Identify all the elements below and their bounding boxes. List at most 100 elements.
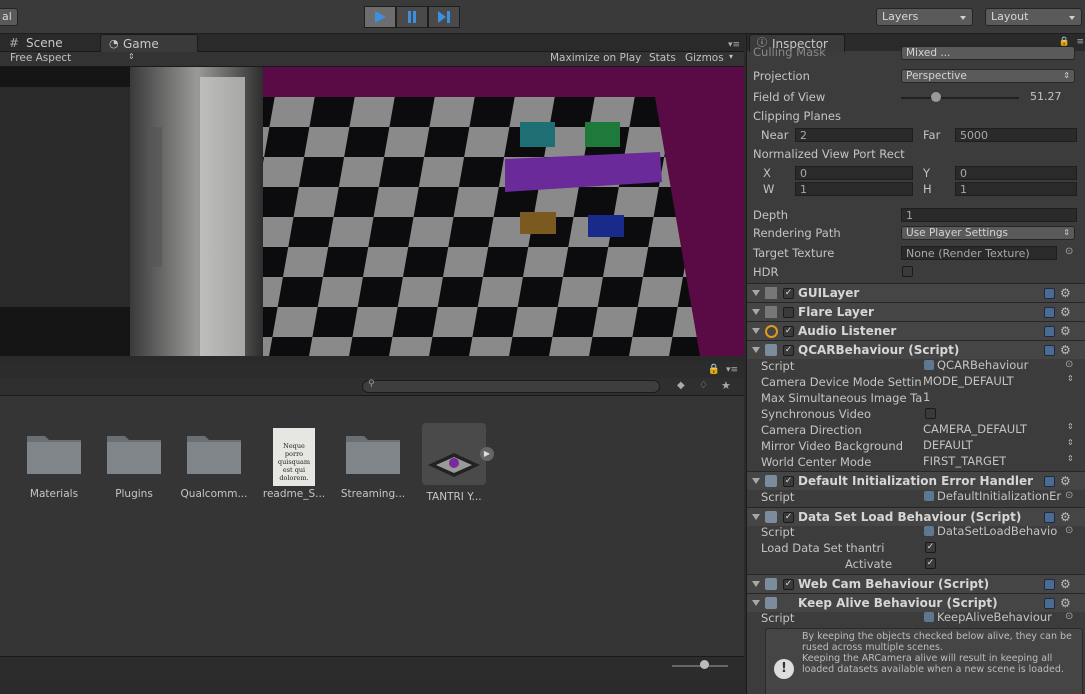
max-images-field[interactable]: 1 (923, 390, 930, 404)
asset-item[interactable]: Neque porro quisquam est qui dolorem. re… (254, 428, 334, 500)
h-field[interactable]: 1 (955, 182, 1077, 196)
tab-game[interactable]: ◔ Game (100, 34, 198, 52)
gear-icon[interactable]: ⚙ (1060, 511, 1071, 523)
object-picker-icon[interactable]: ⊙ (1065, 525, 1073, 536)
gizmos-toggle[interactable]: Gizmos (685, 52, 724, 64)
y-field[interactable]: 0 (955, 166, 1077, 180)
object-picker-icon[interactable]: ⊙ (1065, 490, 1073, 501)
keep-alive-script-field[interactable]: KeepAliveBehaviour (924, 610, 1062, 624)
gear-icon[interactable]: ⚙ (1060, 597, 1071, 609)
x-label: X (763, 166, 771, 180)
x-field[interactable]: 0 (795, 166, 913, 180)
audio-listener-enabled-checkbox[interactable]: ✓ (783, 326, 794, 337)
project-menu-icon[interactable]: ▾≡ (726, 365, 738, 375)
qcar-script-field[interactable]: QCARBehaviour (924, 358, 1064, 372)
panel-menu-icon[interactable]: ▾≡ (728, 40, 740, 50)
fov-slider[interactable] (901, 97, 1019, 99)
asset-item[interactable]: Materials (14, 428, 94, 500)
layers-dropdown[interactable]: Layers (876, 8, 973, 26)
search-input[interactable]: ⚲ (362, 379, 660, 393)
asset-item[interactable]: Plugins (94, 428, 174, 500)
reference-icon[interactable] (1044, 512, 1055, 523)
zoom-slider-thumb[interactable] (700, 660, 709, 669)
culling-mask-label: Culling Mask (753, 45, 826, 59)
near-field[interactable]: 2 (795, 128, 913, 142)
gear-icon[interactable]: ⚙ (1060, 344, 1071, 356)
gear-icon[interactable]: ⚙ (1060, 475, 1071, 487)
fov-slider-thumb[interactable] (931, 92, 941, 102)
reference-icon[interactable] (1044, 307, 1055, 318)
load-data-set-checkbox[interactable]: ✓ (925, 542, 936, 553)
asset-item[interactable]: Qualcomm... (174, 428, 254, 500)
object-picker-icon[interactable]: ⊙ (1065, 246, 1073, 257)
inspector-menu-icon[interactable]: ≡ (1076, 37, 1084, 47)
gear-icon[interactable]: ⚙ (1060, 306, 1071, 318)
component-gui-layer[interactable]: ✓ GUILayer ⚙ (747, 283, 1085, 302)
rendering-path-label: Rendering Path (753, 226, 841, 240)
data-set-enabled-checkbox[interactable]: ✓ (783, 512, 794, 523)
game-view[interactable] (0, 67, 744, 356)
qcar-enabled-checkbox[interactable]: ✓ (783, 345, 794, 356)
left-toolbar-button[interactable]: al (0, 8, 18, 26)
expand-arrow-icon[interactable]: ▶ (480, 447, 494, 461)
hdr-label: HDR (753, 265, 779, 279)
camera-direction-dropdown[interactable]: CAMERA_DEFAULT (923, 422, 1027, 436)
step-button[interactable] (428, 6, 460, 28)
far-field[interactable]: 5000 (955, 128, 1077, 142)
activate-checkbox[interactable]: ✓ (925, 558, 936, 569)
asset-item-selected[interactable]: ▶ TANTRI Y... (414, 423, 494, 503)
reference-icon[interactable] (1044, 326, 1055, 337)
reference-icon[interactable] (1044, 598, 1055, 609)
filter-type-icon[interactable]: ◆ (677, 380, 685, 391)
stats-toggle[interactable]: Stats (649, 52, 676, 64)
label-icon[interactable]: ♢ (699, 380, 708, 391)
rendering-path-value: Use Player Settings (906, 227, 1009, 239)
dropdown-arrows-icon: ⇕ (1063, 71, 1070, 80)
object-picker-icon[interactable]: ⊙ (1065, 611, 1073, 622)
gui-layer-enabled-checkbox[interactable]: ✓ (783, 288, 794, 299)
component-audio-listener[interactable]: ✓ Audio Listener ⚙ (747, 321, 1085, 340)
component-qcar-behaviour[interactable]: ✓ QCARBehaviour (Script) ⚙ (747, 340, 1085, 359)
rendering-path-dropdown[interactable]: Use Player Settings ⇕ (901, 226, 1075, 240)
layout-dropdown[interactable]: Layout (985, 8, 1082, 26)
reference-icon[interactable] (1044, 476, 1055, 487)
reference-icon[interactable] (1044, 288, 1055, 299)
qcar-title: QCARBehaviour (Script) (798, 343, 960, 357)
script-icon (765, 344, 777, 356)
play-button[interactable] (364, 6, 396, 28)
aspect-dropdown[interactable]: Free Aspect (10, 52, 71, 64)
component-webcam[interactable]: ✓ Web Cam Behaviour (Script) ⚙ (747, 574, 1085, 593)
projection-dropdown[interactable]: Perspective ⇕ (901, 69, 1075, 83)
tab-scene[interactable]: # Scene (4, 34, 96, 52)
gizmos-dropdown-icon[interactable]: ▾ (729, 52, 733, 61)
reference-icon[interactable] (1044, 579, 1055, 590)
component-default-init[interactable]: ✓ Default Initialization Error Handler (… (747, 471, 1085, 490)
object-picker-icon[interactable]: ⊙ (1065, 359, 1073, 370)
w-field[interactable]: 1 (795, 182, 913, 196)
component-flare-layer[interactable]: Flare Layer ⚙ (747, 302, 1085, 321)
default-init-enabled-checkbox[interactable]: ✓ (783, 476, 794, 487)
sync-video-checkbox[interactable] (925, 408, 936, 419)
camera-mode-dropdown[interactable]: MODE_DEFAULT (923, 374, 1014, 388)
gear-icon[interactable]: ⚙ (1060, 325, 1071, 337)
data-set-script-field[interactable]: DataSetLoadBehavio (924, 524, 1062, 538)
pause-button[interactable] (396, 6, 428, 28)
hdr-checkbox[interactable] (902, 266, 913, 277)
target-texture-field[interactable]: None (Render Texture) (901, 246, 1057, 260)
culling-mask-dropdown[interactable]: Mixed ... (901, 46, 1075, 60)
reference-icon[interactable] (1044, 345, 1055, 356)
flare-layer-enabled-checkbox[interactable] (783, 307, 794, 318)
depth-field[interactable]: 1 (901, 208, 1077, 222)
webcam-enabled-checkbox[interactable]: ✓ (783, 579, 794, 590)
maximize-toggle[interactable]: Maximize on Play (550, 52, 641, 64)
lock-icon[interactable]: 🔒 (708, 364, 720, 375)
favorite-star-icon[interactable]: ★ (721, 379, 731, 392)
fov-field[interactable]: 51.27 (1026, 90, 1076, 104)
mirror-video-dropdown[interactable]: DEFAULT (923, 438, 973, 452)
world-center-dropdown[interactable]: FIRST_TARGET (923, 454, 1006, 468)
gear-icon[interactable]: ⚙ (1060, 578, 1071, 590)
asset-item[interactable]: Streaming... (333, 428, 413, 500)
dropdown-arrows-icon: ⇕ (1067, 438, 1074, 447)
gear-icon[interactable]: ⚙ (1060, 287, 1071, 299)
default-init-script-field[interactable]: DefaultInitializationEri (924, 489, 1062, 503)
